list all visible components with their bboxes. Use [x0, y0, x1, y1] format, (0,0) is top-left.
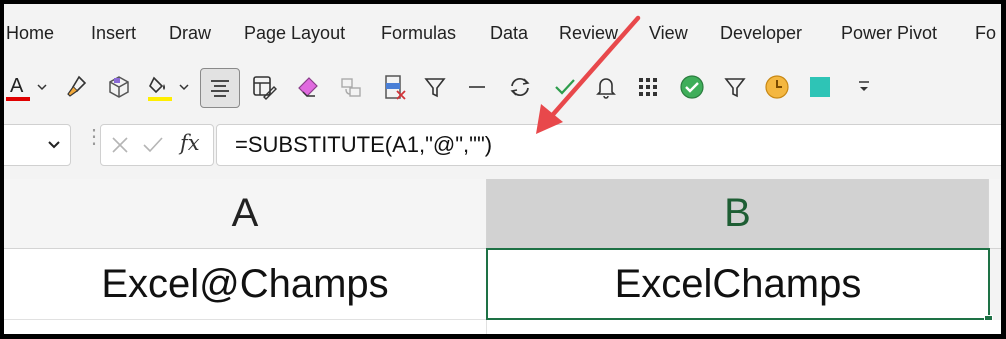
formula-bar-splitter[interactable]: ⋮ — [84, 127, 104, 147]
tab-draw[interactable]: Draw — [169, 23, 211, 44]
tab-power-pivot[interactable]: Power Pivot — [841, 23, 937, 44]
cell-b1[interactable]: ExcelChamps — [486, 248, 990, 320]
tab-view[interactable]: View — [649, 23, 688, 44]
checkmark-icon[interactable] — [548, 70, 582, 104]
check-circle-icon[interactable] — [675, 70, 709, 104]
ribbon-tabs: Home Insert Draw Page Layout Formulas Da… — [4, 4, 1001, 62]
refresh-icon[interactable] — [503, 70, 537, 104]
insert-function-button[interactable]: fx — [180, 131, 200, 155]
chevron-down-icon[interactable] — [176, 70, 192, 104]
tab-developer[interactable]: Developer — [720, 23, 802, 44]
tab-page-layout[interactable]: Page Layout — [244, 23, 345, 44]
formula-input[interactable]: =SUBSTITUTE(A1,"@","") — [216, 124, 1001, 166]
tab-formulas[interactable]: Formulas — [381, 23, 456, 44]
clock-icon[interactable] — [760, 70, 794, 104]
chevron-down-icon[interactable] — [34, 70, 50, 104]
name-box[interactable] — [4, 124, 71, 166]
chevron-down-icon[interactable] — [47, 138, 61, 152]
font-color-glyph: A — [10, 75, 24, 97]
tab-data[interactable]: Data — [490, 23, 528, 44]
filter-outline-icon[interactable] — [718, 70, 752, 104]
tab-insert[interactable]: Insert — [91, 23, 136, 44]
formula-buttons: fx — [100, 124, 214, 166]
bell-icon[interactable] — [589, 70, 623, 104]
format-cells-icon[interactable] — [247, 70, 281, 104]
convert-icon[interactable] — [334, 70, 368, 104]
cancel-icon[interactable] — [109, 134, 131, 156]
customize-toolbar-icon[interactable] — [847, 70, 881, 104]
grid-icon[interactable] — [631, 70, 665, 104]
format-painter-icon[interactable] — [60, 70, 94, 104]
teal-square-icon[interactable] — [803, 70, 837, 104]
quick-toolbar: A — [4, 62, 1001, 114]
column-header-b[interactable]: B — [487, 179, 989, 250]
cell-a1[interactable]: Excel@Champs — [4, 249, 487, 320]
font-color-icon[interactable]: A — [4, 70, 34, 104]
formula-bar: ⋮ fx =SUBSTITUTE(A1,"@","") — [4, 114, 1001, 178]
enter-check-icon[interactable] — [141, 134, 165, 156]
align-center-icon[interactable] — [200, 68, 240, 108]
column-header-c[interactable] — [989, 179, 1001, 249]
eraser-icon[interactable] — [291, 70, 325, 104]
formula-text: =SUBSTITUTE(A1,"@","") — [235, 132, 493, 157]
tab-review[interactable]: Review — [559, 23, 618, 44]
tab-formulas-overflow[interactable]: Fo — [975, 23, 996, 44]
tab-home[interactable]: Home — [6, 23, 54, 44]
3d-box-icon[interactable] — [102, 70, 136, 104]
fill-color-icon[interactable] — [146, 70, 176, 104]
filter-icon[interactable] — [418, 70, 452, 104]
delete-rows-icon[interactable] — [377, 70, 411, 104]
minus-icon[interactable] — [460, 70, 494, 104]
column-header-a[interactable]: A — [4, 179, 487, 249]
row-2[interactable] — [4, 320, 1001, 334]
excel-window: Home Insert Draw Page Layout Formulas Da… — [4, 4, 1001, 334]
